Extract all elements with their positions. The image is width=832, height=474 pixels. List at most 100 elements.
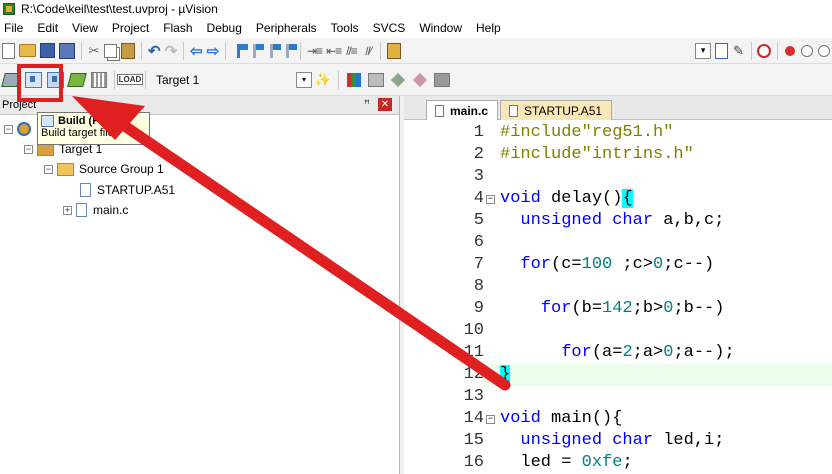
target-options-button[interactable]: ✨ <box>314 71 332 89</box>
line-number: 5 <box>473 211 484 230</box>
navigate-forward-button[interactable]: ⇨ <box>207 42 220 60</box>
line-number: 8 <box>473 277 484 296</box>
load-icon: LOAD <box>116 74 144 85</box>
new-file-button[interactable] <box>2 42 15 60</box>
code-token: #include"intrins.h" <box>500 145 694 164</box>
line-number: 11 <box>463 343 484 362</box>
tab-label: main.c <box>450 103 489 118</box>
tree-row-source-group[interactable]: − Source Group 1 <box>44 160 164 178</box>
menu-file[interactable]: File <box>0 21 30 35</box>
code-line: for(b=142;b>0;b--) <box>500 298 725 320</box>
title-bar: R:\Code\keil\test\test.uvproj - µVision <box>0 0 832 18</box>
toolbar-separator <box>777 41 779 60</box>
clear-bookmarks-button[interactable] <box>282 42 298 60</box>
code-token: main(){ <box>540 409 623 428</box>
pack-installer-button[interactable] <box>411 71 429 89</box>
redo-button[interactable]: ↷ <box>165 42 178 60</box>
uncomment-button[interactable]: //⁄ <box>362 42 375 60</box>
collapse-toggle[interactable]: − <box>44 164 53 174</box>
menu-svcs[interactable]: SVCS <box>366 21 413 35</box>
code-token: #include"reg51.h" <box>500 123 674 142</box>
tab-startup-a51[interactable]: STARTUP.A51 <box>500 100 612 120</box>
menu-tools[interactable]: Tools <box>324 21 366 35</box>
scissors-icon: ✂ <box>88 42 100 58</box>
redo-icon: ↷ <box>164 42 178 60</box>
bookmark-button[interactable] <box>232 42 248 60</box>
books-button[interactable] <box>433 71 451 89</box>
code-token: unsigned char <box>520 431 654 450</box>
code-token: (b= <box>571 299 603 318</box>
find-in-files-button[interactable] <box>387 42 402 60</box>
line-number: 16 <box>463 453 484 472</box>
manage-rte-button[interactable] <box>389 71 407 89</box>
target-dropdown-button[interactable]: ▾ <box>296 71 312 88</box>
line-number: 1 <box>473 123 484 142</box>
save-icon <box>40 43 55 58</box>
bookmark-flag-icon <box>236 43 248 58</box>
expand-toggle[interactable]: + <box>63 205 72 215</box>
insert-breakpoint-button[interactable] <box>784 42 797 60</box>
navigate-back-button[interactable]: ⇦ <box>190 42 203 60</box>
save-button[interactable] <box>40 42 55 60</box>
chevron-down-icon: ▾ <box>695 42 712 59</box>
target-select[interactable]: Target 1 <box>150 73 292 87</box>
batch-build-button[interactable] <box>67 71 87 89</box>
toolbar-separator <box>338 70 339 89</box>
menu-window[interactable]: Window <box>412 21 469 35</box>
close-panel-button[interactable]: ✕ <box>378 98 392 111</box>
incremental-find-button[interactable] <box>715 42 729 60</box>
pin-icon[interactable]: ꟸ <box>364 99 370 110</box>
tree-row-root[interactable]: − <box>4 120 35 138</box>
unindent-button[interactable]: ⇤≡ <box>326 42 342 60</box>
tab-label: STARTUP.A51 <box>524 103 603 118</box>
open-file-button[interactable] <box>19 42 36 60</box>
disable-breakpoint-button[interactable] <box>817 42 830 60</box>
tree-row-startup[interactable]: STARTUP.A51 <box>80 181 175 199</box>
undo-button[interactable]: ↶ <box>148 42 161 60</box>
tree-row-main[interactable]: + main.c <box>63 201 128 219</box>
save-all-button[interactable] <box>59 42 75 60</box>
menu-flash[interactable]: Flash <box>156 21 199 35</box>
download-button[interactable]: LOAD <box>116 71 144 89</box>
breakpoint-disabled-icon <box>817 44 830 57</box>
menu-peripherals[interactable]: Peripherals <box>249 21 324 35</box>
stop-build-button[interactable] <box>90 71 108 89</box>
configure-button[interactable]: ✎ <box>732 42 745 60</box>
code-token: 0 <box>653 255 664 274</box>
menu-view[interactable]: View <box>65 21 105 35</box>
prev-bookmark-button[interactable] <box>248 42 265 60</box>
enable-breakpoint-button[interactable] <box>801 42 814 60</box>
code-line: unsigned char led,i; <box>500 430 724 452</box>
tab-main-c[interactable]: main.c <box>426 100 498 120</box>
code-line: for(c=100 ;c>0;c--) <box>500 254 714 276</box>
new-file-icon <box>2 42 15 59</box>
menu-edit[interactable]: Edit <box>30 21 65 35</box>
collapse-toggle[interactable]: − <box>4 124 13 134</box>
menu-debug[interactable]: Debug <box>200 21 249 35</box>
code-area[interactable]: 1 #include"reg51.h" 2 #include"intrins.h" 3 4… <box>404 120 832 474</box>
code-line: } <box>500 364 511 386</box>
next-bookmark-button[interactable] <box>265 42 281 60</box>
paste-button[interactable] <box>121 42 136 60</box>
manage-project-items-button[interactable] <box>345 71 363 89</box>
collapse-toggle[interactable]: − <box>24 144 33 154</box>
breakpoint-outline-icon <box>801 44 814 57</box>
file-icon <box>435 104 444 117</box>
line-number: 6 <box>473 233 484 252</box>
indent-button[interactable]: ⇥≡ <box>307 42 323 60</box>
build-tooltip: Build (F7) Build target files <box>37 112 150 145</box>
save-all-icon <box>59 42 75 59</box>
comment-button[interactable]: //≡ <box>345 42 358 60</box>
code-token: } <box>500 365 511 384</box>
diamond-icon <box>390 72 406 87</box>
toolbar-separator <box>750 41 752 60</box>
cut-button[interactable]: ✂ <box>88 42 101 60</box>
select-packs-button[interactable] <box>367 71 385 89</box>
menu-help[interactable]: Help <box>469 21 508 35</box>
find-combo-dropdown[interactable]: ▾ <box>695 42 712 60</box>
copy-button[interactable] <box>104 42 118 60</box>
menu-project[interactable]: Project <box>105 21 156 35</box>
fold-toggle[interactable]: − <box>486 195 495 204</box>
fold-toggle[interactable]: − <box>486 415 495 424</box>
start-debug-button[interactable] <box>757 42 772 60</box>
